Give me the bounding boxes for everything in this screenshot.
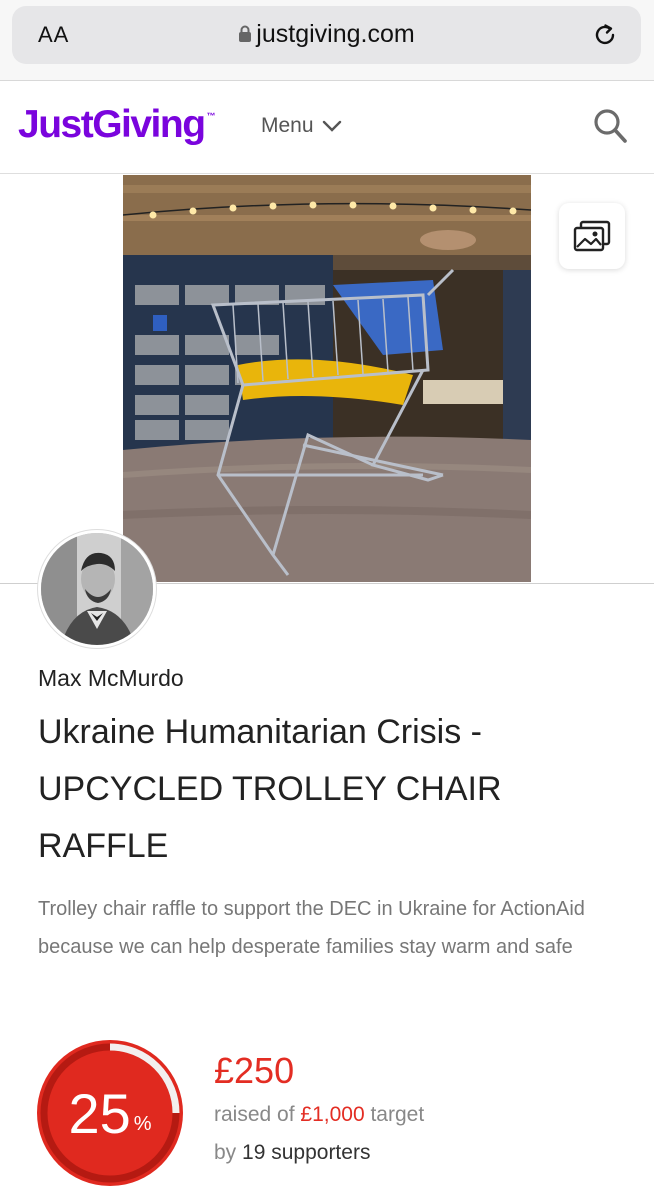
- menu-button[interactable]: Menu: [261, 114, 342, 138]
- target-amount: £1,000: [300, 1103, 365, 1126]
- menu-label: Menu: [261, 114, 314, 137]
- search-icon[interactable]: [592, 107, 628, 145]
- target-line: raised of £1,000 target: [214, 1103, 425, 1126]
- site-header: JustGiving ™ Menu: [0, 81, 654, 174]
- amount-raised: £250: [214, 1050, 295, 1091]
- supporters-line: by 19 supporters: [214, 1141, 371, 1164]
- percent-raised: 25%: [35, 1038, 185, 1188]
- page-description: Trolley chair raffle to support the DEC …: [38, 898, 585, 958]
- browser-toolbar: AA justgiving.com: [0, 0, 654, 81]
- justgiving-logo[interactable]: JustGiving ™: [18, 103, 216, 147]
- fundraiser-avatar[interactable]: [38, 530, 156, 648]
- url-display[interactable]: justgiving.com: [12, 20, 641, 49]
- fundraiser-name[interactable]: Max McMurdo: [38, 665, 184, 692]
- gallery-icon: [573, 220, 611, 252]
- reload-icon[interactable]: [593, 21, 619, 49]
- chevron-down-icon: [322, 120, 341, 132]
- percent-sign: %: [133, 1112, 152, 1135]
- page-title: Ukraine Humanitarian Crisis - UPCYCLED T…: [38, 713, 502, 865]
- percent-value: 25: [68, 1081, 131, 1145]
- url-text: justgiving.com: [256, 20, 415, 48]
- hero-image[interactable]: [123, 175, 531, 582]
- address-bar[interactable]: AA justgiving.com: [12, 6, 641, 64]
- supporters-count[interactable]: 19 supporters: [242, 1141, 370, 1164]
- lock-icon: [239, 25, 252, 42]
- gallery-button[interactable]: [559, 203, 625, 269]
